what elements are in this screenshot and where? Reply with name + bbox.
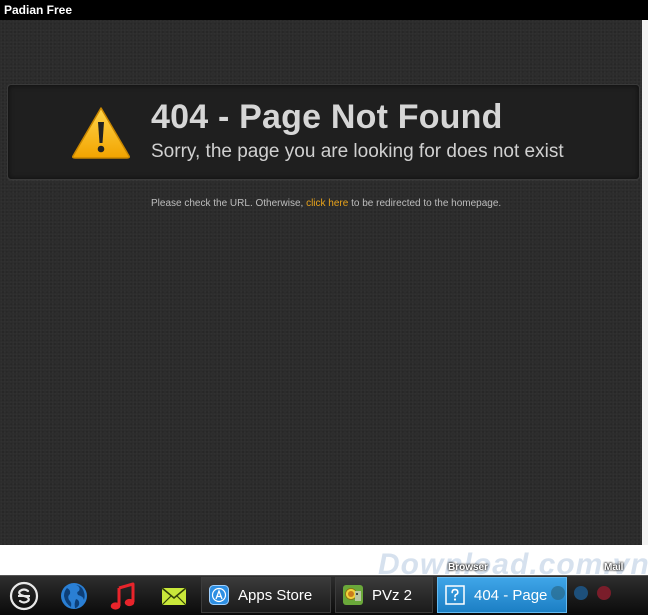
globe-icon[interactable] <box>59 581 89 611</box>
browser-content: 404 - Page Not Found Sorry, the page you… <box>0 20 642 545</box>
padian-logo-icon[interactable] <box>9 581 39 611</box>
scrollbar[interactable] <box>642 20 648 545</box>
status-dot-icon <box>597 586 611 600</box>
task-label: PVz 2 <box>372 587 413 604</box>
task-apps-store[interactable]: Apps Store <box>201 577 331 613</box>
error-title: 404 - Page Not Found <box>151 98 503 136</box>
help-text-after: to be redirected to the homepage. <box>348 198 502 209</box>
app-store-icon <box>209 585 229 605</box>
help-text-before: Please check the URL. Otherwise, <box>151 198 307 209</box>
task-label: 404 - Page <box>474 587 548 604</box>
dock-label-browser: Browser <box>448 562 489 573</box>
mail-envelope-icon[interactable] <box>159 581 189 611</box>
task-label: Apps Store <box>238 587 313 604</box>
window-title: Padian Free <box>0 0 648 20</box>
dock-label-mail: Mail <box>604 562 624 573</box>
task-404-page[interactable]: 404 - Page <box>437 577 567 613</box>
status-dot-icon <box>551 586 565 600</box>
pvz-game-icon <box>343 585 363 605</box>
status-dot-icon <box>574 586 588 600</box>
error-subtitle: Sorry, the page you are looking for does… <box>151 141 564 162</box>
music-note-icon[interactable] <box>108 581 138 611</box>
redirect-link[interactable]: click here <box>306 198 348 209</box>
warning-icon <box>72 107 130 159</box>
task-pvz-2[interactable]: PVz 2 <box>335 577 433 613</box>
help-text: Please check the URL. Otherwise, click h… <box>151 198 501 209</box>
error-panel: 404 - Page Not Found Sorry, the page you… <box>7 84 640 180</box>
question-page-icon <box>445 585 465 605</box>
